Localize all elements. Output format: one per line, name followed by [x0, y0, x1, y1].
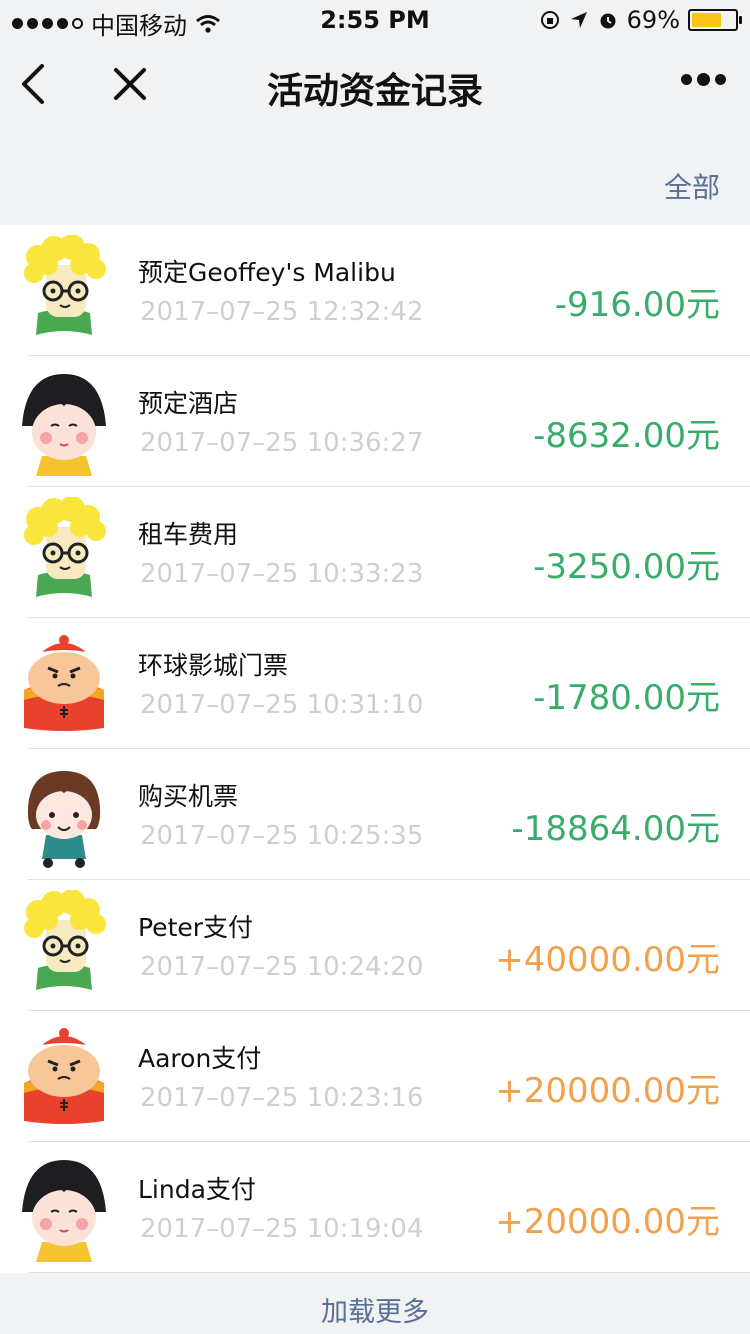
record-time: 2017–07–25 10:19:04: [140, 1214, 424, 1244]
record-title: 购买机票: [138, 782, 239, 811]
nav-bar: 活动资金记录: [0, 40, 750, 128]
record-title: 预定酒店: [138, 389, 239, 418]
list-item[interactable]: Linda支付 2017–07–25 10:19:04 +20000.00元: [0, 1142, 750, 1273]
record-title: Linda支付: [138, 1175, 256, 1204]
load-more-button[interactable]: 加载更多: [0, 1290, 750, 1329]
status-bar: 中国移动 2:55 PM 69%: [0, 0, 750, 40]
record-amount: +20000.00元: [495, 1071, 720, 1111]
record-time: 2017–07–25 10:23:16: [140, 1083, 424, 1113]
list-item[interactable]: 租车费用 2017–07–25 10:33:23 -3250.00元: [0, 487, 750, 618]
filter-all-button[interactable]: 全部: [664, 166, 720, 206]
status-right: 69%: [539, 6, 742, 34]
battery-icon: [688, 9, 742, 31]
record-title: Aaron支付: [138, 1044, 262, 1073]
record-title: Peter支付: [138, 913, 254, 942]
page-title: 活动资金记录: [266, 71, 483, 112]
record-title: 租车费用: [138, 520, 239, 549]
avatar: [18, 1021, 110, 1131]
more-icon[interactable]: [681, 73, 726, 86]
list-item[interactable]: 环球影城门票 2017–07–25 10:31:10 -1780.00元: [0, 618, 750, 749]
record-amount: -8632.00元: [533, 416, 720, 456]
list-item[interactable]: 购买机票 2017–07–25 10:25:35 -18864.00元: [0, 749, 750, 880]
list-item[interactable]: Aaron支付 2017–07–25 10:23:16 +20000.00元: [0, 1011, 750, 1142]
list-item[interactable]: 预定酒店 2017–07–25 10:36:27 -8632.00元: [0, 356, 750, 487]
battery-level: [692, 13, 721, 27]
orientation-lock-icon: [540, 11, 559, 29]
record-amount: -18864.00元: [511, 809, 721, 849]
avatar: [18, 496, 110, 607]
avatar: [18, 628, 110, 738]
record-amount: -1780.00元: [533, 678, 720, 718]
record-time: 2017–07–25 10:33:23: [140, 559, 424, 589]
avatar: [18, 759, 110, 869]
record-amount: +40000.00元: [495, 940, 720, 980]
record-time: 2017–07–25 10:31:10: [140, 690, 424, 720]
location-icon: [570, 12, 587, 28]
record-title: 预定Geoffey's Malibu: [138, 258, 396, 287]
alarm-icon: [600, 13, 616, 29]
list-item[interactable]: Peter支付 2017–07–25 10:24:20 +40000.00元: [0, 880, 750, 1011]
avatar: [18, 366, 110, 476]
list-item[interactable]: 预定Geoffey's Malibu 2017–07–25 12:32:42 -91…: [0, 225, 750, 356]
record-time: 2017–07–25 10:36:27: [140, 428, 424, 458]
record-amount: +20000.00元: [495, 1202, 720, 1242]
record-amount: -3250.00元: [533, 547, 720, 587]
battery-percent: 69%: [626, 6, 680, 34]
avatar: [18, 889, 110, 1000]
record-title: 环球影城门票: [138, 651, 289, 680]
record-time: 2017–07–25 10:25:35: [140, 821, 424, 851]
record-list: 预定Geoffey's Malibu 2017–07–25 12:32:42 -91…: [0, 225, 750, 1273]
avatar: [18, 1152, 110, 1262]
record-time: 2017–07–25 12:32:42: [140, 297, 424, 327]
avatar: [18, 234, 110, 345]
record-time: 2017–07–25 10:24:20: [140, 952, 424, 982]
record-amount: -916.00元: [554, 285, 720, 325]
